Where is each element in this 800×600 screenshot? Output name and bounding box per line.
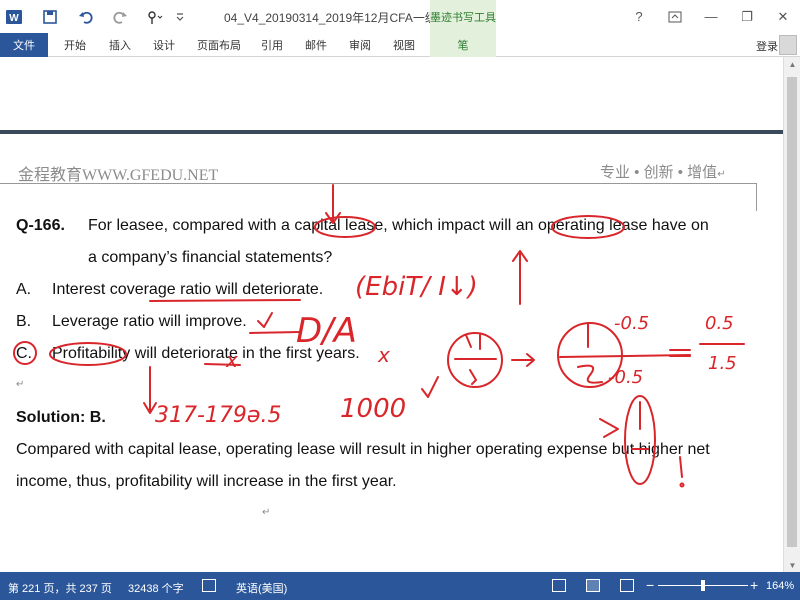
ink-text-minus-top: -0.5	[614, 313, 649, 334]
question-number: Q-166.	[16, 217, 65, 234]
header-rule	[0, 183, 756, 184]
question-text-line1: For leasee, compared with a capital leas…	[88, 217, 709, 234]
scroll-up-icon[interactable]: ▲	[784, 57, 800, 71]
tab-review[interactable]: 审阅	[342, 33, 378, 57]
ink-text-cross: x	[377, 343, 390, 367]
ink-digit-two	[577, 364, 603, 384]
status-bar: 第 221 页，共 237 页 32438 个字 英语(美国) − + 164%	[0, 572, 800, 600]
header-rule-tick	[756, 183, 757, 211]
tab-insert[interactable]: 插入	[102, 33, 138, 57]
sign-in-link[interactable]: 登录	[756, 38, 778, 54]
undo-icon[interactable]	[75, 6, 97, 28]
tab-pens[interactable]: 笔	[430, 33, 496, 57]
paragraph-mark: ↵	[16, 379, 25, 390]
solution-text-line2: income, thus, profitability will increas…	[16, 473, 397, 490]
tab-layout[interactable]: 页面布局	[194, 33, 244, 57]
page-gap	[0, 130, 783, 134]
paragraph-mark: ↵	[717, 169, 726, 180]
vertical-scrollbar[interactable]: ▲ ▼	[783, 57, 800, 572]
save-icon[interactable]	[39, 6, 61, 28]
solution-label: Solution: B.	[16, 409, 106, 426]
ribbon-display-options-button[interactable]	[658, 0, 692, 33]
ink-equals	[669, 349, 691, 357]
help-button[interactable]: ?	[622, 0, 656, 33]
scrollbar-thumb[interactable]	[787, 77, 797, 547]
ink-underline	[249, 331, 301, 334]
avatar[interactable]	[779, 35, 797, 55]
ink-circle-result	[624, 395, 656, 485]
language-indicator[interactable]: 英语(美国)	[236, 580, 287, 596]
option-c-text: Profitability will deteriorate in the fi…	[52, 345, 360, 362]
proofing-icon[interactable]	[202, 579, 216, 592]
page-header-slogan: 专业 • 创新 • 增值	[600, 164, 718, 181]
option-b-text: Leverage ratio will improve.	[52, 313, 247, 330]
tab-design[interactable]: 设计	[146, 33, 182, 57]
ink-fraction-bar	[559, 354, 691, 358]
page-header-left: 金程教育WWW.GFEDU.NET	[18, 167, 219, 184]
ribbon-display-icon	[668, 11, 682, 22]
paragraph-mark: ↵	[262, 507, 271, 518]
tab-file[interactable]: 文件	[0, 33, 48, 57]
minimize-button[interactable]: —	[694, 0, 728, 33]
customize-quick-access-icon[interactable]	[169, 6, 191, 28]
ink-text-numbers: 317-179ə.5	[155, 403, 281, 428]
document-canvas[interactable]: 金程教育WWW.GFEDU.NET 专业 • 创新 • 增值↵ Q-166. F…	[0, 57, 783, 572]
print-layout-icon[interactable]	[586, 579, 600, 592]
restore-button[interactable]: ❐	[730, 0, 764, 33]
option-a-letter: A.	[16, 281, 32, 298]
ink-underline	[149, 299, 301, 302]
ink-exclaim-dot	[679, 482, 685, 488]
page-count[interactable]: 第 221 页，共 237 页	[8, 580, 112, 596]
ink-text-fraction-top: 0.5	[705, 313, 734, 334]
tab-mailings[interactable]: 邮件	[298, 33, 334, 57]
tab-view[interactable]: 视图	[386, 33, 422, 57]
touch-mode-icon[interactable]	[143, 6, 165, 28]
ink-exclaim	[679, 456, 683, 478]
close-button[interactable]: ✕	[766, 0, 800, 33]
ink-check-mark	[257, 312, 273, 328]
svg-text:W: W	[9, 13, 19, 24]
page-header-right: 专业 • 创新 • 增值↵	[600, 161, 726, 182]
ink-check-mark	[421, 376, 439, 398]
ink-text-ebit: (EbiT/ I↓)	[355, 272, 478, 302]
ink-circle-fraction	[557, 322, 623, 388]
zoom-out-button[interactable]: −	[646, 577, 654, 593]
web-layout-icon[interactable]	[620, 579, 634, 592]
word-window: W 04_V4_20190314_2019年12月CFA一级百题... 墨迹书写…	[0, 0, 800, 600]
ink-tools-context-label: 墨迹书写工具	[430, 0, 496, 33]
ink-text-value: 1000	[340, 394, 406, 424]
redo-icon[interactable]	[109, 6, 131, 28]
option-a-text: Interest coverage ratio will deteriorate…	[52, 281, 324, 298]
title-bar: W 04_V4_20190314_2019年12月CFA一级百题... 墨迹书写…	[0, 0, 800, 33]
ink-text-fraction-bottom: 1.5	[708, 353, 737, 374]
ribbon-tabs: 文件 开始 插入 设计 页面布局 引用 邮件 审阅 视图 笔 登录	[0, 33, 800, 57]
ink-arrowhead	[512, 250, 528, 262]
scroll-down-icon[interactable]: ▼	[784, 558, 800, 572]
ink-arrow-down	[465, 334, 481, 350]
word-count[interactable]: 32438 个字	[128, 580, 184, 596]
question-text-line2: a company’s financial statements?	[88, 249, 333, 266]
word-logo-icon: W	[3, 6, 25, 28]
solution-text-line1: Compared with capital lease, operating l…	[16, 441, 710, 458]
ink-arrow	[599, 418, 619, 438]
ink-arrow-right	[511, 353, 535, 367]
tab-references[interactable]: 引用	[254, 33, 290, 57]
ink-stroke	[469, 369, 477, 385]
ink-text-minus-bottom: -0.5	[608, 367, 643, 388]
option-c-letter: C.	[16, 345, 32, 362]
ink-circle-fraction	[447, 332, 503, 388]
ink-arrowhead	[143, 402, 157, 414]
option-b-letter: B.	[16, 313, 32, 330]
tab-home[interactable]: 开始	[57, 33, 93, 57]
ink-underline	[204, 363, 241, 366]
zoom-level[interactable]: 164%	[766, 580, 794, 592]
read-mode-icon[interactable]	[552, 579, 566, 592]
zoom-slider-thumb[interactable]	[701, 580, 705, 591]
zoom-in-button[interactable]: +	[750, 577, 758, 593]
